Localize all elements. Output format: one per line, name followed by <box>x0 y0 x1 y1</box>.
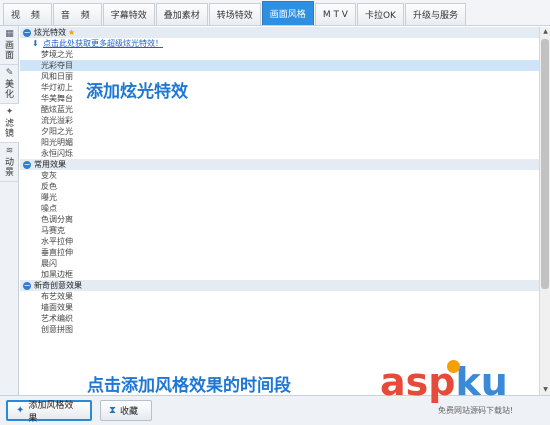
section-title: 新奇创意效果 <box>34 281 82 290</box>
add-style-effect-label: 添加风格效果 <box>28 400 74 424</box>
list-item[interactable]: 阳光明媚 <box>20 137 539 148</box>
list-item[interactable]: 永恒闪烁 <box>20 148 539 159</box>
grid-icon: ▦ <box>5 29 14 39</box>
sparkle-icon: ✦ <box>5 107 14 117</box>
section-header-glow-effects[interactable]: − 炫光特效 ★ <box>20 27 539 38</box>
add-sparkle-icon: ✦ <box>16 405 25 416</box>
section-title: 炫光特效 <box>34 28 66 37</box>
tab-transition-effects[interactable]: 转场特效 <box>208 3 261 25</box>
section-title: 常用效果 <box>34 160 66 169</box>
list-item[interactable]: 墙面效果 <box>20 302 539 313</box>
add-style-effect-button[interactable]: ✦ 添加风格效果 <box>6 400 92 424</box>
tab-mtv[interactable]: M T V <box>314 3 356 25</box>
wand-icon: ✎ <box>5 68 14 78</box>
list-item[interactable]: 马赛克 <box>20 225 539 236</box>
wave-icon: ≋ <box>5 146 14 156</box>
download-more-row: ⬇ 点击此处获取更多超级炫光特效！ <box>20 38 539 49</box>
annotation-add-glow: 添加炫光特效 <box>86 82 188 102</box>
list-item[interactable]: 曝光 <box>20 192 539 203</box>
list-item[interactable]: 晨闪 <box>20 258 539 269</box>
collapse-icon[interactable]: − <box>23 28 31 37</box>
star-icon: ★ <box>68 28 76 37</box>
side-tab-label: 动景 <box>4 158 14 178</box>
list-item[interactable]: 创意拼图 <box>20 324 539 335</box>
annotation-click-time-range: 点击添加风格效果的时间段 <box>87 376 291 396</box>
list-item[interactable]: 噪点 <box>20 203 539 214</box>
hourglass-icon: ⧗ <box>109 405 117 416</box>
list-item[interactable]: 反色 <box>20 181 539 192</box>
list-item[interactable]: 垂直拉伸 <box>20 247 539 258</box>
tab-picture-style[interactable]: 画面风格 <box>261 1 314 25</box>
section-header-creative-effects[interactable]: − 新奇创意效果 <box>20 280 539 291</box>
collapse-icon[interactable]: − <box>23 281 31 290</box>
side-tab-label: 滤镜 <box>4 119 14 139</box>
list-item[interactable]: 夕阳之光 <box>20 126 539 137</box>
list-item[interactable]: 酷炫蓝光 <box>20 104 539 115</box>
side-tab-filter[interactable]: ✦ 滤镜 <box>0 104 19 143</box>
list-item[interactable]: 布艺效果 <box>20 291 539 302</box>
watermark-ku: ku <box>455 360 508 404</box>
download-more-link[interactable]: 点击此处获取更多超级炫光特效！ <box>43 38 163 49</box>
collapse-icon[interactable]: − <box>23 160 31 169</box>
tab-subtitle-effects[interactable]: 字幕特效 <box>102 3 155 25</box>
list-item-selected[interactable]: 光彩夺目 <box>20 60 539 71</box>
tab-video[interactable]: 视 频 <box>3 3 52 25</box>
list-item[interactable]: 梦境之光 <box>20 49 539 60</box>
watermark-dot <box>447 360 460 373</box>
list-item[interactable]: 加黑边框 <box>20 269 539 280</box>
list-item[interactable]: 水平拉伸 <box>20 236 539 247</box>
top-tab-bar: 视 频 音 频 字幕特效 叠加素材 转场特效 画面风格 M T V 卡拉OK 升… <box>0 0 550 26</box>
watermark-subtitle: 免费网站源码下载站! <box>438 406 514 415</box>
tab-karaoke[interactable]: 卡拉OK <box>356 3 404 25</box>
watermark-asp: asp <box>380 360 456 404</box>
tab-upgrade-services[interactable]: 升级与服务 <box>404 3 466 25</box>
list-item[interactable]: 流光溢彩 <box>20 115 539 126</box>
side-tab-picture[interactable]: ▦ 画面 <box>0 26 19 65</box>
side-tab-bar: ▦ 画面 ✎ 美化 ✦ 滤镜 ≋ 动景 <box>0 26 19 395</box>
side-tab-label: 画面 <box>4 41 14 61</box>
side-tab-label: 美化 <box>4 80 14 100</box>
list-item[interactable]: 变灰 <box>20 170 539 181</box>
tab-overlay-material[interactable]: 叠加素材 <box>155 3 208 25</box>
list-item[interactable]: 艺术编织 <box>20 313 539 324</box>
favorite-button[interactable]: ⧗ 收藏 <box>100 400 152 421</box>
scroll-down-icon[interactable]: ▼ <box>541 385 550 395</box>
scroll-thumb[interactable] <box>541 39 549 289</box>
side-tab-motion[interactable]: ≋ 动景 <box>0 143 19 182</box>
watermark-logo: aspku <box>380 360 508 404</box>
download-icon: ⬇ <box>32 39 39 48</box>
list-item[interactable]: 色调分离 <box>20 214 539 225</box>
vertical-scrollbar[interactable]: ▲ ▼ <box>539 27 550 395</box>
section-header-common-effects[interactable]: − 常用效果 <box>20 159 539 170</box>
side-tab-beautify[interactable]: ✎ 美化 <box>0 65 19 104</box>
favorite-label: 收藏 <box>120 407 139 417</box>
tab-audio[interactable]: 音 频 <box>52 3 102 25</box>
scroll-up-icon[interactable]: ▲ <box>541 27 550 37</box>
